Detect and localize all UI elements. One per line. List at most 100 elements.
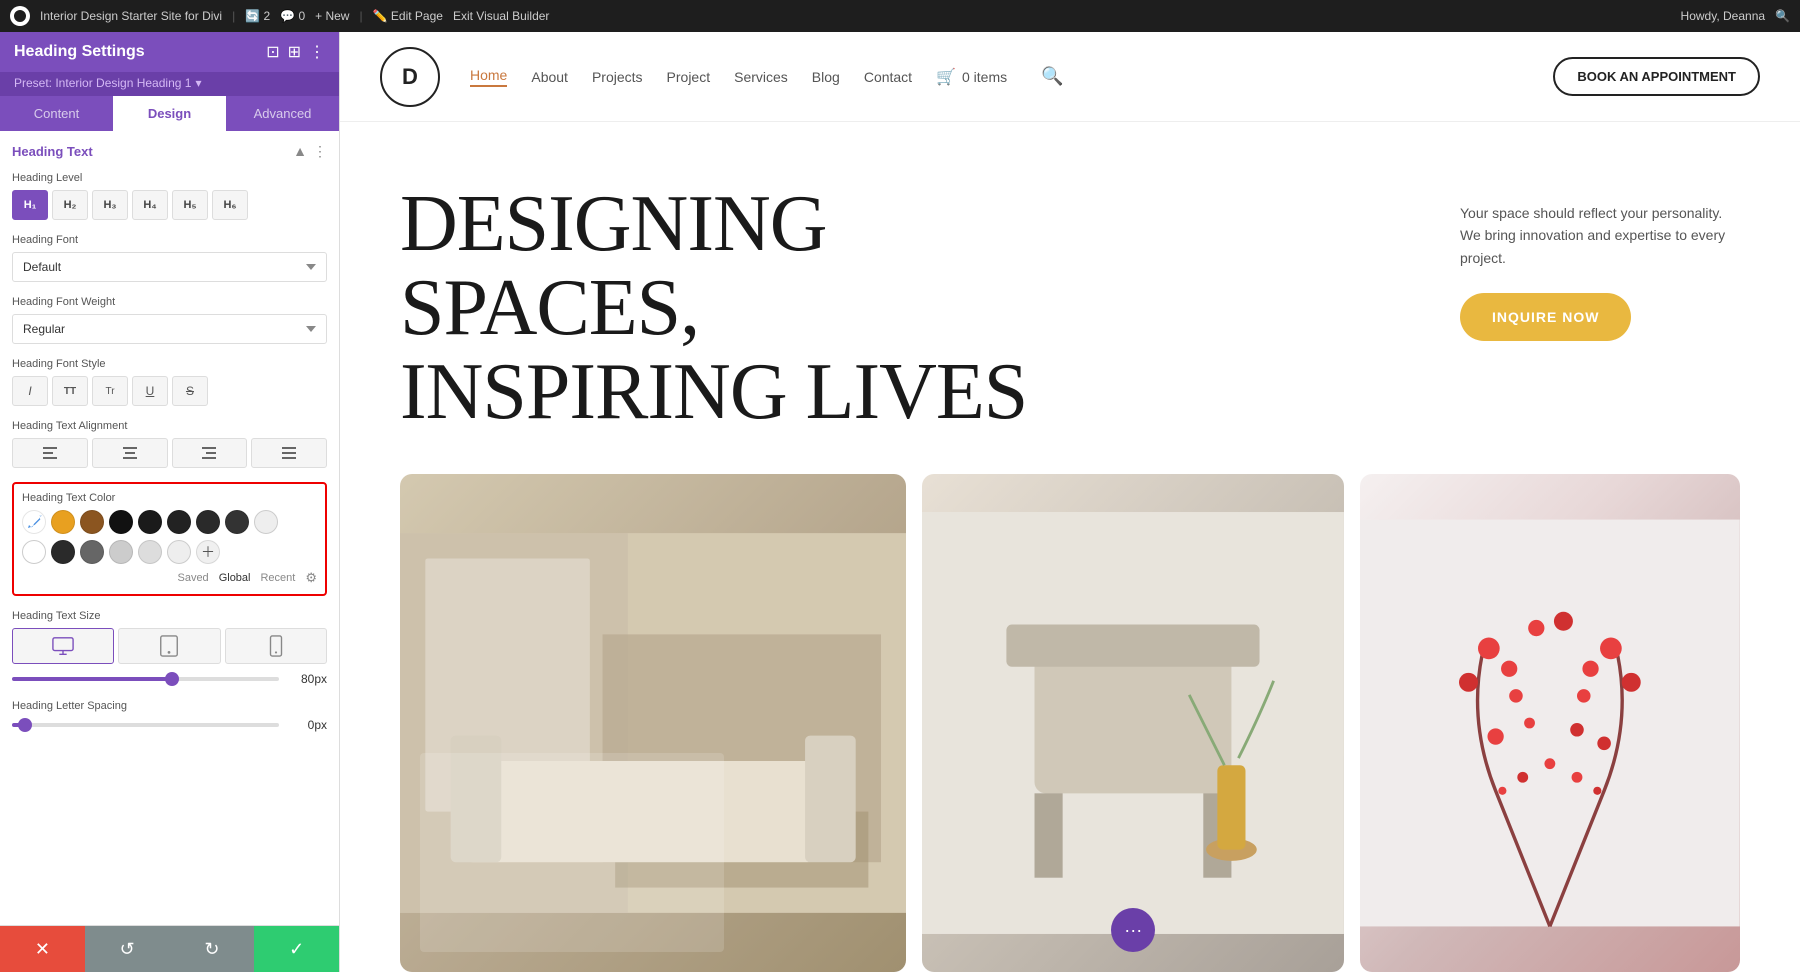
size-value: 80px — [287, 672, 327, 686]
color-swatch-midgray[interactable] — [80, 540, 104, 564]
cart-icon: 🛒 — [936, 67, 956, 87]
image-gallery: ··· — [340, 474, 1800, 972]
color-tab-saved[interactable]: Saved — [177, 572, 208, 584]
section-title: Heading Text — [12, 144, 93, 159]
site-nav: Home About Projects Project Services Blo… — [470, 66, 1064, 87]
heading-font-label: Heading Font — [12, 234, 327, 246]
admin-howdy: Howdy, Deanna — [1681, 9, 1766, 23]
size-tablet-btn[interactable] — [118, 628, 220, 664]
align-justify[interactable] — [251, 438, 327, 468]
heading-level-h3[interactable]: H₃ — [92, 190, 128, 220]
size-mobile-btn[interactable] — [225, 628, 327, 664]
style-uppercase[interactable]: TT — [52, 376, 88, 406]
sidebar-fullscreen-icon[interactable]: ⊡ — [266, 42, 279, 62]
cart-area[interactable]: 🛒 0 items — [936, 67, 1007, 87]
section-collapse-icon[interactable]: ▲ — [293, 143, 307, 160]
align-right[interactable] — [172, 438, 248, 468]
color-settings-icon[interactable]: ⚙ — [305, 570, 317, 586]
style-underline[interactable]: U — [132, 376, 168, 406]
nav-blog[interactable]: Blog — [812, 69, 840, 85]
nav-home[interactable]: Home — [470, 67, 507, 87]
color-swatch-darkgray[interactable] — [51, 540, 75, 564]
heading-size-label: Heading Text Size — [12, 610, 327, 622]
style-strikethrough[interactable]: S — [172, 376, 208, 406]
align-left[interactable] — [12, 438, 88, 468]
hero-subtitle: Your space should reflect your personali… — [1460, 202, 1740, 269]
admin-search-icon[interactable]: 🔍 — [1775, 9, 1790, 23]
heading-alignment-label: Heading Text Alignment — [12, 420, 327, 432]
heading-level-h6[interactable]: H₆ — [212, 190, 248, 220]
nav-contact[interactable]: Contact — [864, 69, 912, 85]
tab-design[interactable]: Design — [113, 96, 226, 131]
add-color-btn[interactable]: ＋ — [196, 540, 220, 564]
admin-comments[interactable]: 💬 0 — [280, 9, 305, 23]
admin-revisions[interactable]: 🔄 2 — [245, 9, 270, 23]
color-swatch-black2[interactable] — [138, 510, 162, 534]
sidebar-tabs: Content Design Advanced — [0, 96, 339, 131]
nav-projects[interactable]: Projects — [592, 69, 643, 85]
color-swatch-lgray1[interactable] — [109, 540, 133, 564]
tab-content[interactable]: Content — [0, 96, 113, 131]
gallery-image-chair: ··· — [922, 474, 1344, 972]
color-swatch-black3[interactable] — [167, 510, 191, 534]
color-swatch-lightgray[interactable] — [254, 510, 278, 534]
floating-more-button[interactable]: ··· — [1111, 908, 1155, 952]
sidebar-menu-icon[interactable]: ⋮ — [309, 42, 325, 62]
field-heading-font-style: Heading Font Style I TT Tr U S — [12, 358, 327, 406]
style-capitalize[interactable]: Tr — [92, 376, 128, 406]
field-heading-level: Heading Level H₁ H₂ H₃ H₄ H₅ H₆ — [12, 172, 327, 220]
field-heading-size: Heading Text Size 80px — [12, 610, 327, 686]
color-tab-recent[interactable]: Recent — [260, 572, 295, 584]
undo-button[interactable]: ↺ — [85, 926, 170, 972]
section-heading-text: Heading Text ▲ ⋮ — [12, 143, 327, 160]
color-tab-global[interactable]: Global — [219, 572, 251, 584]
heading-level-h4[interactable]: H₄ — [132, 190, 168, 220]
heading-level-label: Heading Level — [12, 172, 327, 184]
color-swatch-black1[interactable] — [109, 510, 133, 534]
letter-spacing-slider[interactable] — [12, 723, 279, 727]
align-buttons — [12, 438, 327, 468]
sidebar-footer: ✕ ↺ ↻ ✓ — [0, 925, 339, 972]
site-logo: D — [380, 47, 440, 107]
cancel-button[interactable]: ✕ — [0, 926, 85, 972]
heading-level-h2[interactable]: H₂ — [52, 190, 88, 220]
style-italic[interactable]: I — [12, 376, 48, 406]
nav-services[interactable]: Services — [734, 69, 788, 85]
size-desktop-btn[interactable] — [12, 628, 114, 664]
admin-edit-page[interactable]: ✏️ Edit Page — [373, 9, 443, 23]
sidebar-preset[interactable]: Preset: Interior Design Heading 1 ▾ — [0, 72, 339, 96]
heading-level-h5[interactable]: H₅ — [172, 190, 208, 220]
wordpress-logo[interactable] — [10, 6, 30, 26]
search-icon[interactable]: 🔍 — [1041, 66, 1063, 87]
heading-levels: H₁ H₂ H₃ H₄ H₅ H₆ — [12, 190, 327, 220]
gallery-image-living — [400, 474, 906, 972]
heading-color-label: Heading Text Color — [22, 492, 317, 504]
color-swatch-lgray3[interactable] — [167, 540, 191, 564]
eyedropper-tool[interactable] — [22, 510, 46, 534]
admin-new[interactable]: + New — [315, 9, 349, 23]
sidebar-split-icon[interactable]: ⊞ — [288, 42, 301, 62]
heading-font-weight-select[interactable]: Regular — [12, 314, 327, 344]
nav-project[interactable]: Project — [667, 69, 711, 85]
book-appointment-button[interactable]: BOOK AN APPOINTMENT — [1553, 57, 1760, 96]
color-swatch-brown[interactable] — [80, 510, 104, 534]
hero-section: DESIGNING SPACES, INSPIRING LIVES Your s… — [340, 122, 1800, 474]
nav-about[interactable]: About — [531, 69, 568, 85]
heading-level-h1[interactable]: H₁ — [12, 190, 48, 220]
color-swatch-gold[interactable] — [51, 510, 75, 534]
inquire-button[interactable]: INQUIRE NOW — [1460, 293, 1631, 341]
color-swatch-black4[interactable] — [196, 510, 220, 534]
admin-site-name[interactable]: Interior Design Starter Site for Divi — [40, 9, 222, 23]
admin-exit-builder[interactable]: Exit Visual Builder — [453, 9, 550, 23]
size-slider[interactable] — [12, 677, 279, 681]
color-swatch-black5[interactable] — [225, 510, 249, 534]
section-more-icon[interactable]: ⋮ — [313, 143, 327, 160]
tab-advanced[interactable]: Advanced — [226, 96, 339, 131]
heading-font-select[interactable]: Default — [12, 252, 327, 282]
sidebar-title: Heading Settings — [14, 43, 145, 61]
color-swatch-lgray2[interactable] — [138, 540, 162, 564]
align-center[interactable] — [92, 438, 168, 468]
redo-button[interactable]: ↻ — [170, 926, 255, 972]
color-swatch-white[interactable] — [22, 540, 46, 564]
save-button[interactable]: ✓ — [254, 926, 339, 972]
